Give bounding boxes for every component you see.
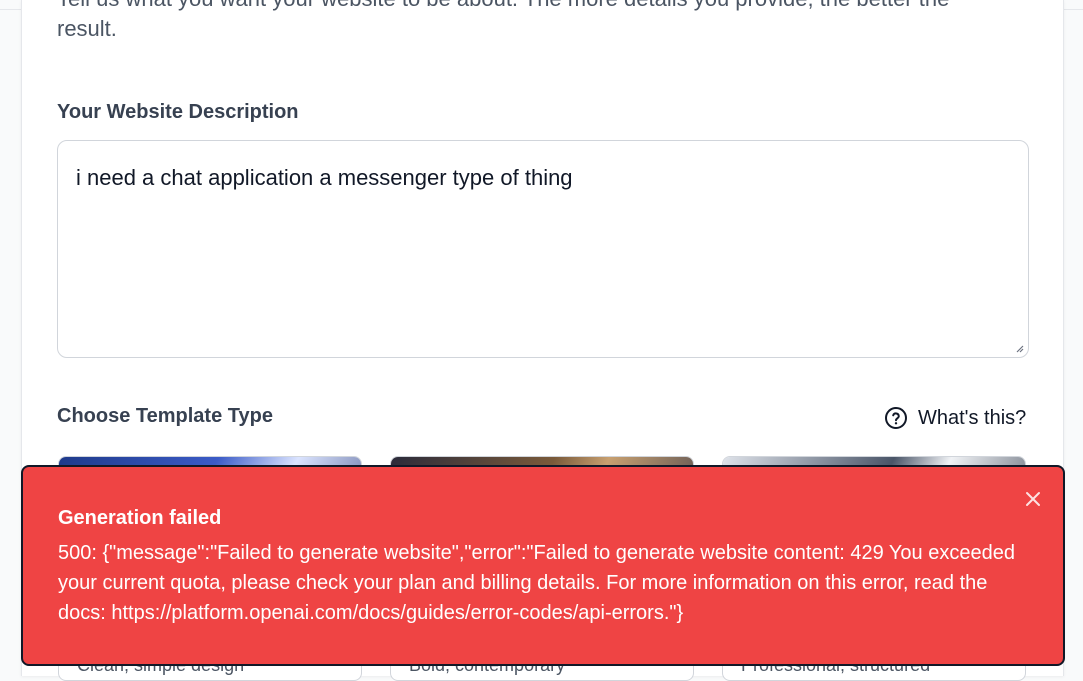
whats-this-label: What's this? (918, 406, 1027, 429)
resize-handle-icon[interactable] (1014, 343, 1024, 353)
question-circle-icon (885, 407, 907, 429)
description-value: i need a chat application a messenger ty… (76, 165, 573, 190)
toast-message: 500: {"message":"Failed to generate webs… (58, 542, 1015, 624)
error-toast: Generation failed 500: {"message":"Faile… (21, 465, 1065, 666)
description-textarea[interactable]: i need a chat application a messenger ty… (57, 140, 1029, 358)
description-label: Your Website Description (57, 101, 299, 123)
whats-this-link[interactable]: What's this? (884, 406, 1026, 430)
intro-text: Tell us what you want your website to be… (57, 0, 949, 41)
toast-title: Generation failed (58, 507, 222, 529)
template-type-label: Choose Template Type (57, 405, 273, 427)
close-icon[interactable] (1021, 487, 1045, 511)
